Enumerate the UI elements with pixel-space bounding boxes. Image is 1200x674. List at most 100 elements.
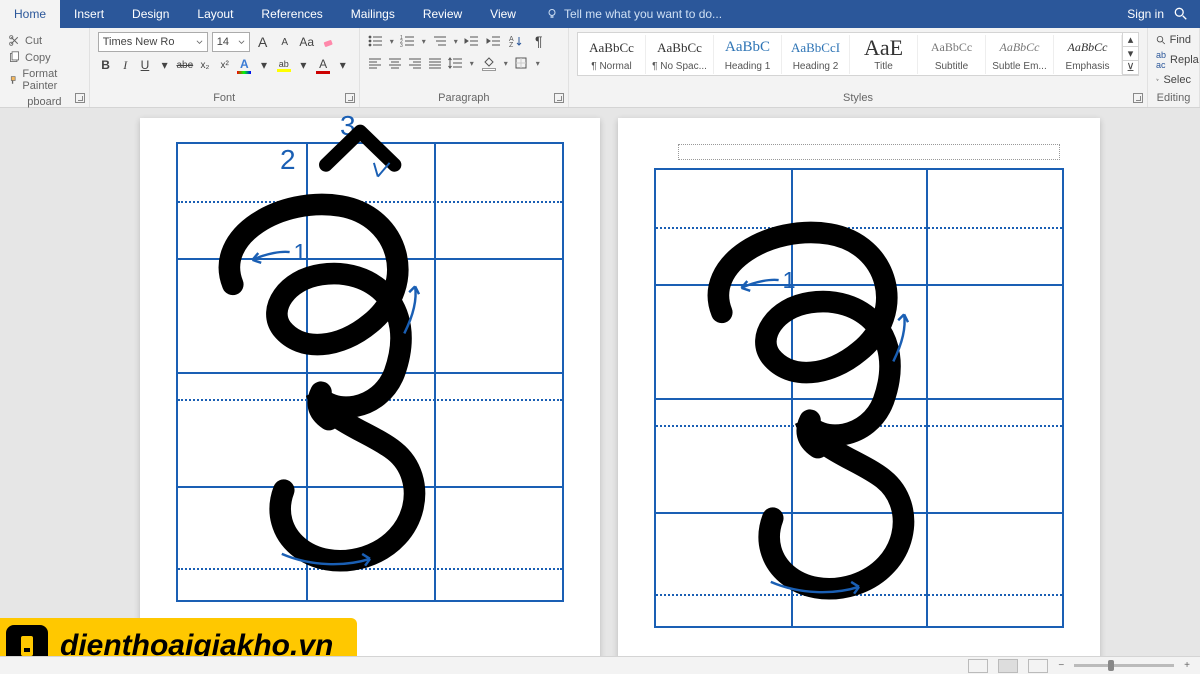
find-icon — [1156, 34, 1166, 46]
brush-icon — [8, 74, 18, 87]
highlight-more[interactable]: ▾ — [296, 56, 312, 74]
align-center-icon[interactable] — [388, 57, 402, 69]
signin-area: Sign in — [1115, 0, 1200, 28]
svg-text:Z: Z — [509, 42, 514, 48]
underline-more-button[interactable]: ▾ — [157, 56, 173, 74]
styles-expand[interactable]: ⊻ — [1123, 61, 1138, 75]
group-font: Times New Ro 14 A A Aa B I U ▾ abe x₂ x²… — [90, 28, 360, 107]
styles-scroll: ▴ ▾ ⊻ — [1122, 33, 1138, 75]
tab-review[interactable]: Review — [409, 0, 476, 28]
style-subtle-emphasis[interactable]: AaBbCcSubtle Em... — [986, 35, 1054, 74]
group-styles: AaBbCc¶ Normal AaBbCc¶ No Spac... AaBbCH… — [569, 28, 1148, 107]
style-subtitle[interactable]: AaBbCcSubtitle — [918, 35, 986, 74]
style-normal[interactable]: AaBbCc¶ Normal — [578, 35, 646, 74]
zoom-out-button[interactable]: − — [1058, 660, 1064, 671]
font-size-combo[interactable]: 14 — [212, 32, 250, 52]
select-button[interactable]: Selec — [1156, 72, 1191, 88]
page-1[interactable]: 3 2 1 — [140, 118, 600, 656]
cursive-letter-e-circumflex: 1 — [140, 108, 600, 598]
zoom-in-button[interactable]: + — [1184, 660, 1190, 671]
font-color-more[interactable]: ▾ — [335, 56, 351, 74]
tab-view[interactable]: View — [476, 0, 530, 28]
sort-icon[interactable]: AZ — [508, 34, 524, 48]
ribbon-tabs: Home Insert Design Layout References Mai… — [0, 0, 1200, 28]
zoom-slider[interactable] — [1074, 664, 1174, 667]
font-name-combo[interactable]: Times New Ro — [98, 32, 208, 52]
style-title[interactable]: AaETitle — [850, 35, 918, 74]
document-area: 3 2 1 — [0, 108, 1200, 656]
tab-layout[interactable]: Layout — [183, 0, 247, 28]
find-button[interactable]: Find — [1156, 32, 1191, 48]
clear-formatting-button[interactable] — [320, 33, 338, 51]
font-dialog-launcher[interactable] — [345, 93, 355, 103]
read-mode-button[interactable] — [968, 659, 988, 673]
font-color-button[interactable]: A — [315, 56, 331, 74]
cut-button[interactable]: Cut — [8, 32, 81, 49]
styles-dialog-launcher[interactable] — [1133, 93, 1143, 103]
tab-home[interactable]: Home — [0, 0, 60, 28]
highlight-button[interactable]: ab — [276, 56, 292, 74]
group-label-font: Font — [98, 90, 351, 107]
style-no-spacing[interactable]: AaBbCc¶ No Spac... — [646, 35, 714, 74]
superscript-button[interactable]: x² — [217, 56, 233, 74]
signin-link[interactable]: Sign in — [1127, 7, 1164, 21]
styles-gallery: AaBbCc¶ Normal AaBbCc¶ No Spac... AaBbCH… — [577, 32, 1139, 76]
increase-indent-icon[interactable] — [486, 34, 502, 48]
eraser-icon — [322, 35, 336, 49]
ribbon: Cut Copy Format Painter pboard Times New… — [0, 28, 1200, 108]
bullets-icon[interactable] — [368, 34, 384, 48]
borders-icon[interactable] — [514, 56, 530, 70]
cursor-icon — [1156, 74, 1159, 86]
scissors-icon — [8, 34, 21, 47]
shading-button[interactable] — [480, 54, 498, 72]
text-effects-more[interactable]: ▾ — [256, 56, 272, 74]
numbering-icon[interactable]: 123 — [400, 34, 416, 48]
stroke-number-1: 1 — [294, 239, 307, 265]
underline-button[interactable]: U — [137, 56, 153, 74]
subscript-button[interactable]: x₂ — [197, 56, 213, 74]
styles-scroll-up[interactable]: ▴ — [1123, 33, 1138, 47]
change-case-button[interactable]: Aa — [298, 33, 316, 51]
group-label-editing: Editing — [1156, 90, 1191, 107]
decrease-indent-icon[interactable] — [464, 34, 480, 48]
tab-mailings[interactable]: Mailings — [337, 0, 409, 28]
italic-button[interactable]: I — [117, 56, 133, 74]
tab-references[interactable]: References — [247, 0, 336, 28]
paragraph-dialog-launcher[interactable] — [554, 93, 564, 103]
copy-button[interactable]: Copy — [8, 49, 81, 66]
tab-insert[interactable]: Insert — [60, 0, 118, 28]
style-heading2[interactable]: AaBbCcIHeading 2 — [782, 35, 850, 74]
style-heading1[interactable]: AaBbCHeading 1 — [714, 35, 782, 74]
multilevel-icon[interactable] — [432, 34, 448, 48]
line-spacing-icon[interactable] — [448, 56, 464, 70]
replace-button[interactable]: abacRepla — [1156, 48, 1191, 72]
lightbulb-icon — [546, 8, 558, 20]
text-effects-button[interactable]: A — [237, 56, 253, 74]
bucket-icon — [483, 56, 495, 68]
copy-icon — [8, 51, 21, 64]
status-bar: − + — [0, 656, 1200, 674]
align-left-icon[interactable] — [368, 57, 382, 69]
show-marks-button[interactable]: ¶ — [530, 32, 548, 50]
group-label-styles: Styles — [577, 90, 1139, 107]
tell-me-search[interactable]: Tell me what you want to do... — [530, 0, 722, 28]
styles-scroll-down[interactable]: ▾ — [1123, 47, 1138, 61]
tab-design[interactable]: Design — [118, 0, 183, 28]
cursive-letter-e: 1 — [618, 136, 1100, 626]
style-emphasis[interactable]: AaBbCcEmphasis — [1054, 35, 1122, 74]
justify-icon[interactable] — [428, 57, 442, 69]
group-clipboard: Cut Copy Format Painter pboard — [0, 28, 90, 107]
bold-button[interactable]: B — [98, 56, 114, 74]
print-layout-button[interactable] — [998, 659, 1018, 673]
align-right-icon[interactable] — [408, 57, 422, 69]
caret-down-icon — [196, 39, 203, 46]
clipboard-dialog-launcher[interactable] — [75, 93, 85, 103]
web-layout-button[interactable] — [1028, 659, 1048, 673]
page-2[interactable]: 1 — [618, 118, 1100, 656]
caret-down-icon — [238, 39, 245, 46]
search-icon[interactable] — [1174, 7, 1188, 21]
format-painter-button[interactable]: Format Painter — [8, 66, 81, 94]
shrink-font-button[interactable]: A — [276, 33, 294, 51]
grow-font-button[interactable]: A — [254, 33, 272, 51]
strikethrough-button[interactable]: abe — [176, 56, 193, 74]
